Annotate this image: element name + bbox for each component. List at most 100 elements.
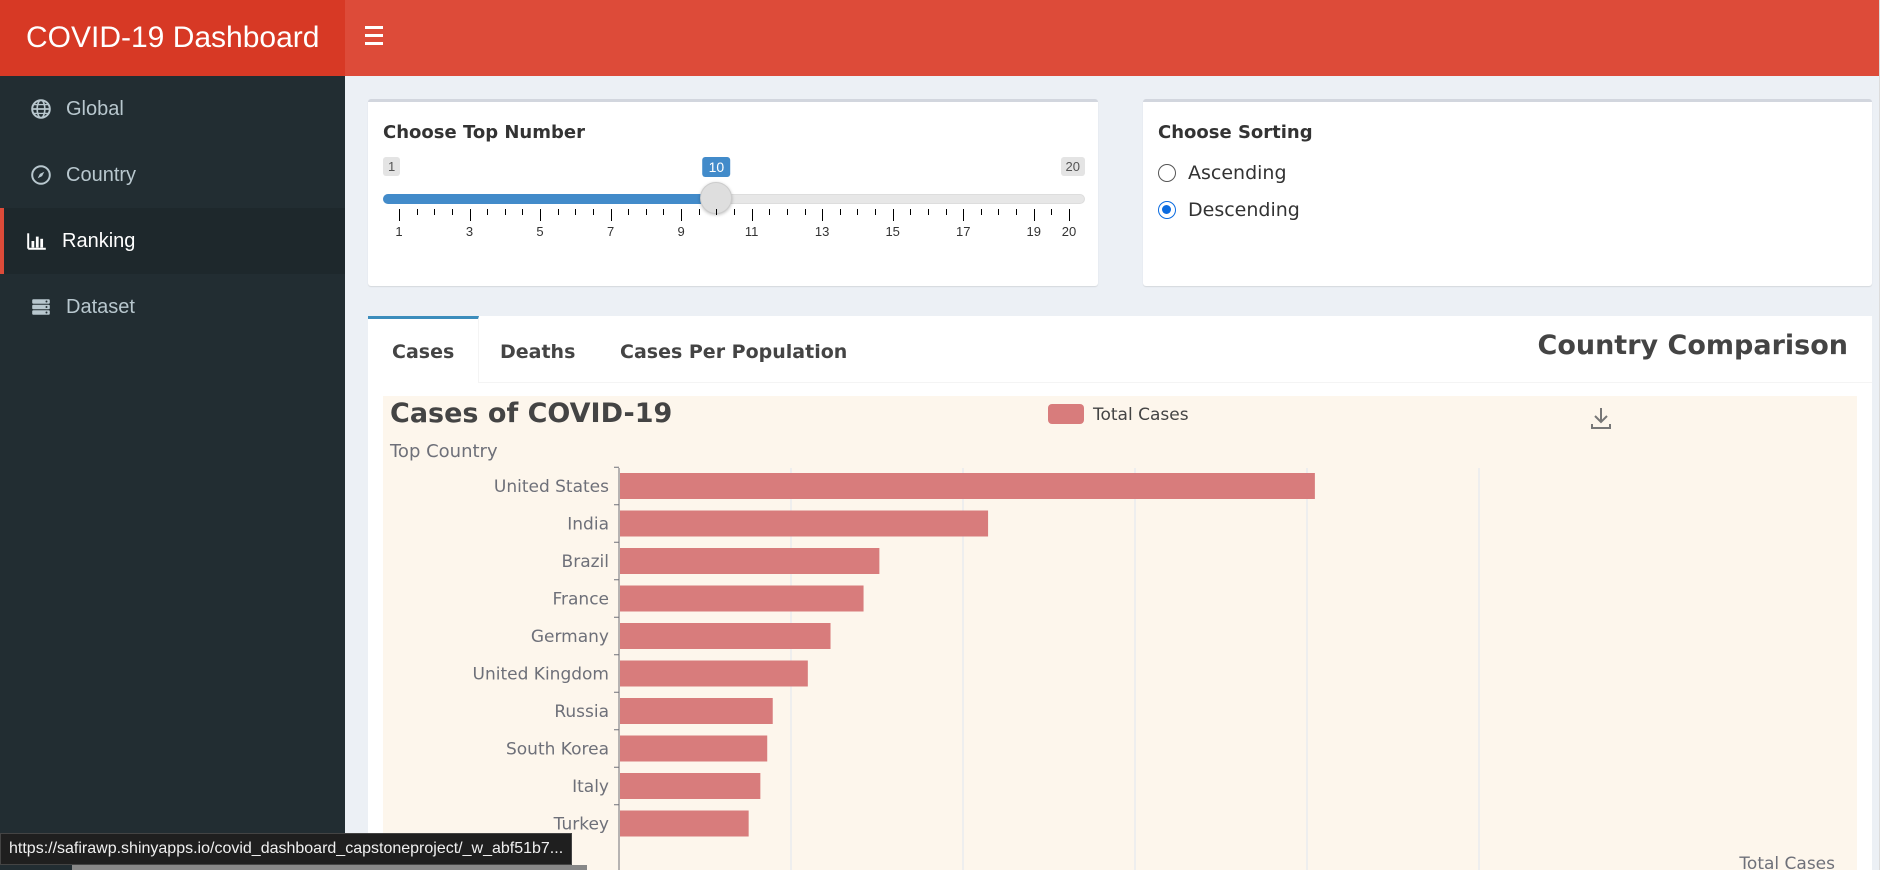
y-tick-label: Germany <box>531 627 609 647</box>
slider-tick <box>963 209 965 221</box>
bar-turkey[interactable] <box>620 810 749 837</box>
tab-cases[interactable]: Cases <box>368 316 480 383</box>
bar-chart-icon <box>26 230 48 252</box>
compass-icon <box>30 164 52 186</box>
slider-tick <box>1051 209 1053 215</box>
radio-descending[interactable]: Descending <box>1158 199 1300 221</box>
slider-tick <box>804 209 806 215</box>
radio-descending-circle[interactable] <box>1158 201 1176 219</box>
bar-brazil[interactable] <box>620 548 880 574</box>
slider-tick <box>416 209 418 215</box>
slider-tick-label: 13 <box>814 224 830 239</box>
radio-ascending[interactable]: Ascending <box>1158 162 1287 184</box>
chart-subtitle: Top Country <box>389 441 498 462</box>
slider-tick <box>857 209 859 215</box>
sidebar: Global Country Ranking Dataset <box>0 76 345 870</box>
app-logo[interactable]: COVID-19 Dashboard <box>0 0 345 76</box>
slider-tick <box>575 209 577 215</box>
slider-tick <box>1016 209 1018 215</box>
slider-tick <box>822 209 824 221</box>
y-tick-label: South Korea <box>506 740 609 760</box>
bar-united-states[interactable] <box>620 473 1315 499</box>
slider-tick <box>645 209 647 215</box>
bar-germany[interactable] <box>620 623 831 649</box>
slider-tick <box>399 209 400 221</box>
slider-tick <box>875 209 877 215</box>
slider-tick <box>698 209 700 215</box>
x-axis-label: Total Cases <box>1738 854 1835 870</box>
tab-cases-per-population[interactable]: Cases Per Population <box>596 316 871 383</box>
slider-tick <box>451 209 453 215</box>
slider-tick <box>434 209 436 215</box>
legend-swatch[interactable] <box>1048 404 1084 424</box>
database-icon <box>30 296 52 318</box>
slider-tick-label: 3 <box>465 224 474 239</box>
tab-deaths[interactable]: Deaths <box>476 316 599 383</box>
y-tick-label: India <box>567 515 609 535</box>
sidebar-item-country[interactable]: Country <box>0 142 345 208</box>
globe-icon <box>30 98 52 120</box>
slider-tick <box>910 209 912 215</box>
radio-ascending-label: Ascending <box>1188 162 1287 184</box>
sidebar-item-ranking[interactable]: Ranking <box>0 208 345 274</box>
slider-tick <box>769 209 771 215</box>
slider-tick <box>610 209 612 221</box>
slider-tick <box>681 209 683 221</box>
slider-ticks: 1 3 5 7 9 11 13 15 17 19 20 <box>395 209 1076 239</box>
bar-russia[interactable] <box>620 698 773 724</box>
y-tick-label: France <box>552 590 609 610</box>
top-number-slider[interactable]: 1 20 10 1 3 5 7 9 11 13 15 17 19 20 <box>383 157 1085 247</box>
top-number-box: Choose Top Number 1 20 10 1 3 5 7 9 11 13 15 17 1… <box>368 99 1098 286</box>
legend-label[interactable]: Total Cases <box>1092 405 1189 425</box>
y-tick-label: United States <box>494 477 609 497</box>
slider-tick <box>734 209 735 215</box>
slider-tick <box>1033 209 1035 221</box>
sidebar-item-label: Country <box>66 163 137 186</box>
slider-tick <box>592 209 594 215</box>
dashboard-app: COVID-19 Dashboard Global Country Rankin… <box>0 0 1898 870</box>
sidebar-item-label: Global <box>66 97 124 120</box>
comparison-tabbox: Cases Deaths Cases Per Population Countr… <box>368 316 1872 870</box>
sidebar-item-label: Ranking <box>62 229 136 252</box>
bar-italy[interactable] <box>620 773 761 799</box>
sidebar-item-dataset[interactable]: Dataset <box>0 274 345 340</box>
browser-status-url: https://safirawp.shinyapps.io/covid_dash… <box>0 833 573 865</box>
bar-france[interactable] <box>620 585 864 612</box>
sorting-box: Choose Sorting Ascending Descending <box>1143 99 1872 286</box>
slider-tick <box>487 209 489 215</box>
slider-tick-label: 11 <box>744 224 759 239</box>
slider-max-label: 20 <box>1060 157 1085 176</box>
slider-tick-label: 1 <box>395 224 403 239</box>
slider-tick <box>504 209 506 215</box>
slider-tick-label: 19 <box>1026 224 1041 239</box>
slider-tick-label: 20 <box>1061 224 1077 239</box>
slider-tick <box>557 209 559 215</box>
chart-title: Cases of COVID-19 <box>390 398 672 429</box>
slider-tick <box>892 209 894 221</box>
vertical-scrollbar[interactable] <box>1879 0 1898 870</box>
slider-tick-label: 9 <box>677 224 685 239</box>
y-tick-label: Brazil <box>562 552 609 572</box>
slider-tick <box>998 209 1000 215</box>
download-icon[interactable] <box>1591 408 1611 429</box>
bar-south-korea[interactable] <box>620 735 768 762</box>
slider-tick <box>663 209 665 215</box>
horizontal-scrollbar[interactable] <box>72 865 587 870</box>
y-tick-label: Russia <box>554 702 609 722</box>
tab-bar: Cases Deaths Cases Per Population Countr… <box>368 316 1872 383</box>
y-tick-label: United Kingdom <box>473 665 609 685</box>
slider-tick-label: 15 <box>885 224 900 239</box>
bar-india[interactable] <box>620 510 989 537</box>
radio-ascending-circle[interactable] <box>1158 164 1176 182</box>
slider-fill <box>383 194 717 204</box>
slider-tick <box>839 209 841 215</box>
sidebar-item-global[interactable]: Global <box>0 76 345 142</box>
chart-svg: Cases of COVID-19 Top Country Total Case… <box>389 398 1835 870</box>
slider-tick <box>469 209 471 221</box>
slider-tick <box>786 209 788 215</box>
bar-united-kingdom[interactable] <box>620 660 808 687</box>
slider-tick-label: 7 <box>606 224 615 239</box>
slider-value-label: 10 <box>702 157 731 177</box>
slider-tick-label: 5 <box>536 224 544 239</box>
hamburger-icon[interactable] <box>365 26 391 50</box>
